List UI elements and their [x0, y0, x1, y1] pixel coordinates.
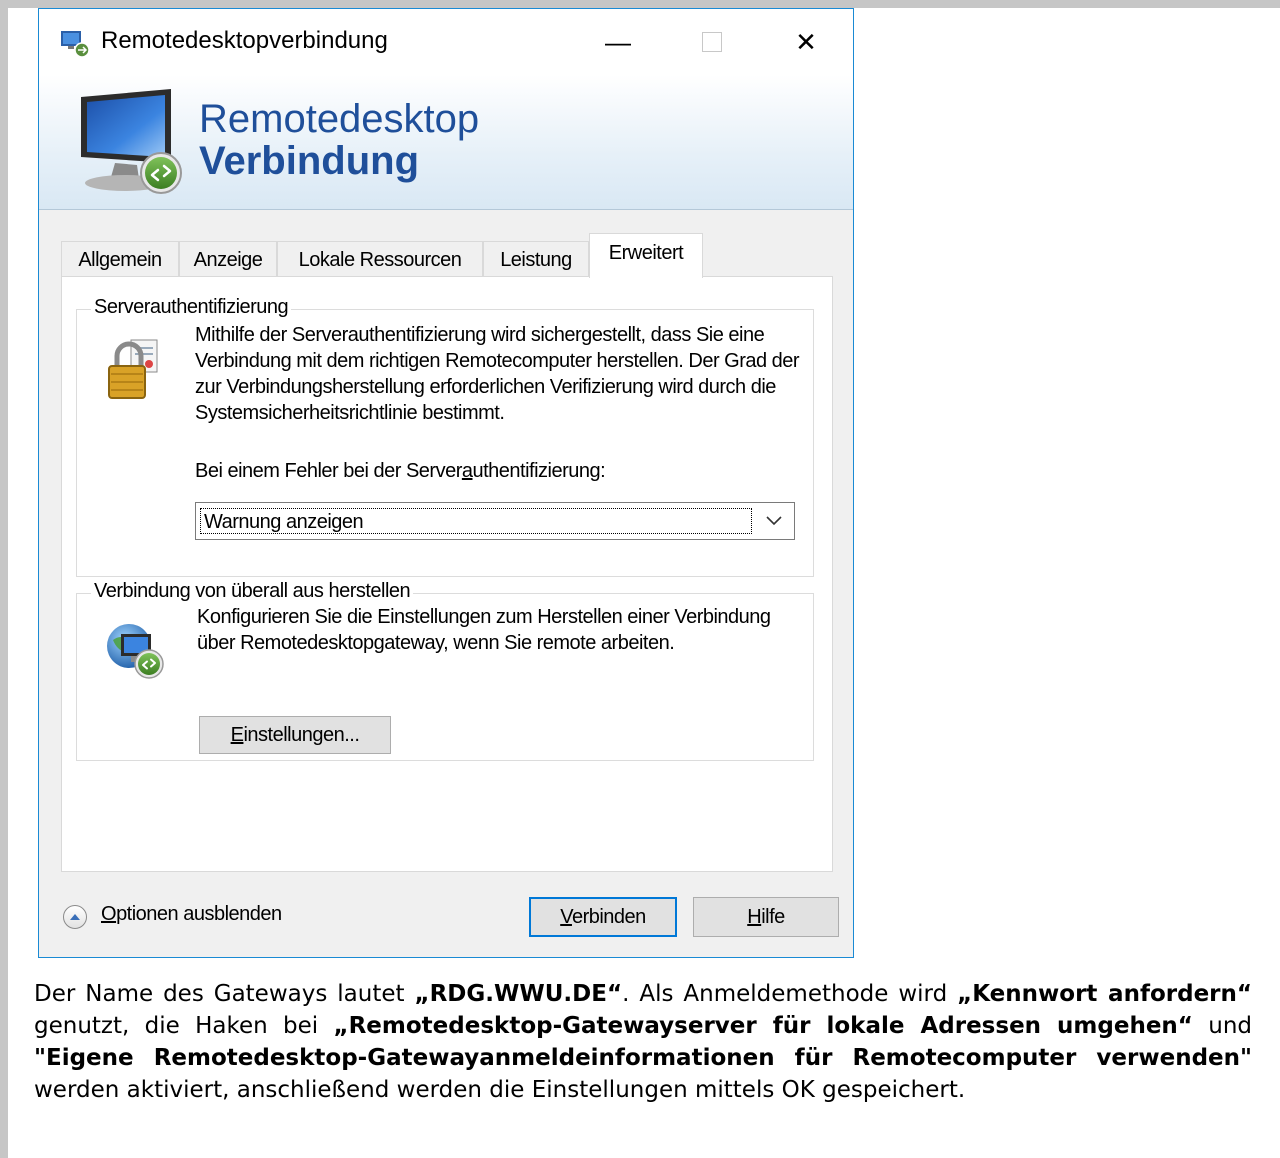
rdp-dialog-window: Remotedesktopverbindung — ✕ Remotedeskto…: [38, 8, 854, 958]
tab-erweitert[interactable]: Erweitert: [589, 233, 703, 278]
server-auth-group: Serverauthentifizierung Mithilfe der Ser…: [76, 296, 814, 577]
help-accesskey: H: [747, 906, 762, 928]
document-page: Remotedesktopverbindung — ✕ Remotedeskto…: [8, 8, 1280, 1158]
settings-button-accesskey: E: [230, 724, 244, 746]
remote-desktop-app-icon: [61, 31, 90, 58]
login-method: „Kennwort anfordern“: [957, 981, 1252, 1007]
close-icon: ✕: [795, 26, 817, 57]
connect-label-rest: erbinden: [571, 906, 646, 928]
auth-failure-dropdown[interactable]: Warnung anzeigen: [195, 502, 795, 540]
gateway-settings-button[interactable]: Einstellungen...: [199, 716, 391, 754]
connect-anywhere-group: Verbindung von überall aus herstellen Ko…: [76, 580, 814, 761]
connect-anywhere-group-title: Verbindung von überall aus herstellen: [91, 580, 414, 603]
auth-failure-label: Bei einem Fehler bei der Serverauthentif…: [195, 458, 606, 484]
instruction-text-3: genutzt, die Haken bei: [34, 1013, 334, 1039]
minimize-button[interactable]: —: [571, 9, 665, 75]
connect-accesskey: V: [560, 906, 572, 928]
gateway-globe-icon: [107, 624, 164, 679]
chevron-up-icon[interactable]: [63, 905, 87, 929]
tab-allgemein[interactable]: Allgemein: [61, 241, 179, 277]
auth-failure-label-post: uthentifizierung:: [472, 460, 606, 482]
options-accesskey: O: [101, 903, 117, 925]
banner-title-line2: Verbindung: [199, 139, 419, 183]
chevron-down-icon[interactable]: [754, 503, 794, 539]
instruction-text-2: . Als Anmeldemethode wird: [622, 981, 958, 1007]
minimize-icon: —: [605, 26, 631, 57]
options-label-rest: ptionen ausblenden: [116, 903, 282, 925]
instruction-paragraph: Der Name des Gateways lautet „RDG.WWU.DE…: [34, 978, 1252, 1106]
connect-anywhere-description: Konfigurieren Sie die Einstellungen zum …: [197, 606, 771, 654]
server-auth-group-title: Serverauthentifizierung: [91, 296, 292, 319]
auth-failure-selected-value: Warnung anzeigen: [200, 508, 752, 534]
bypass-local-option: „Remotedesktop-Gatewayserver für lokale …: [333, 1013, 1193, 1039]
tab-leistung[interactable]: Leistung: [483, 241, 589, 277]
own-credentials-option: "Eigene Remotedesktop-Gatewayanmeldeinfo…: [34, 1045, 1252, 1071]
maximize-icon: [702, 32, 722, 52]
banner-title-line1: Remotedesktop: [199, 97, 480, 141]
help-button[interactable]: Hilfe: [693, 897, 839, 937]
instruction-text-5: werden aktiviert, anschließend werden di…: [34, 1077, 966, 1103]
header-banner: Remotedesktop Verbindung: [39, 75, 853, 210]
connect-button[interactable]: Verbinden: [529, 897, 677, 937]
settings-button-label: instellungen...: [243, 724, 360, 746]
hide-options-label[interactable]: Optionen ausblenden: [101, 903, 282, 926]
tab-lokale-ressourcen[interactable]: Lokale Ressourcen: [277, 241, 483, 277]
tab-panel-erweitert: Serverauthentifizierung Mithilfe der Ser…: [61, 276, 833, 872]
instruction-text-4: und: [1192, 1013, 1252, 1039]
monitor-connection-icon: [81, 89, 182, 194]
title-bar[interactable]: Remotedesktopverbindung — ✕: [39, 9, 853, 75]
server-auth-description: Mithilfe der Serverauthentifizierung wir…: [195, 324, 800, 424]
close-button[interactable]: ✕: [759, 9, 853, 75]
auth-failure-label-accesskey: a: [461, 460, 473, 482]
window-title: Remotedesktopverbindung: [101, 27, 388, 54]
tab-anzeige[interactable]: Anzeige: [179, 241, 277, 277]
auth-failure-label-pre: Bei einem Fehler bei der Server: [195, 460, 462, 482]
gateway-name: „RDG.WWU.DE“: [414, 981, 623, 1007]
instruction-text-1: Der Name des Gateways lautet: [34, 981, 415, 1007]
maximize-button: [665, 9, 759, 75]
padlock-certificate-icon: [108, 339, 158, 399]
help-label-rest: ilfe: [761, 906, 785, 928]
